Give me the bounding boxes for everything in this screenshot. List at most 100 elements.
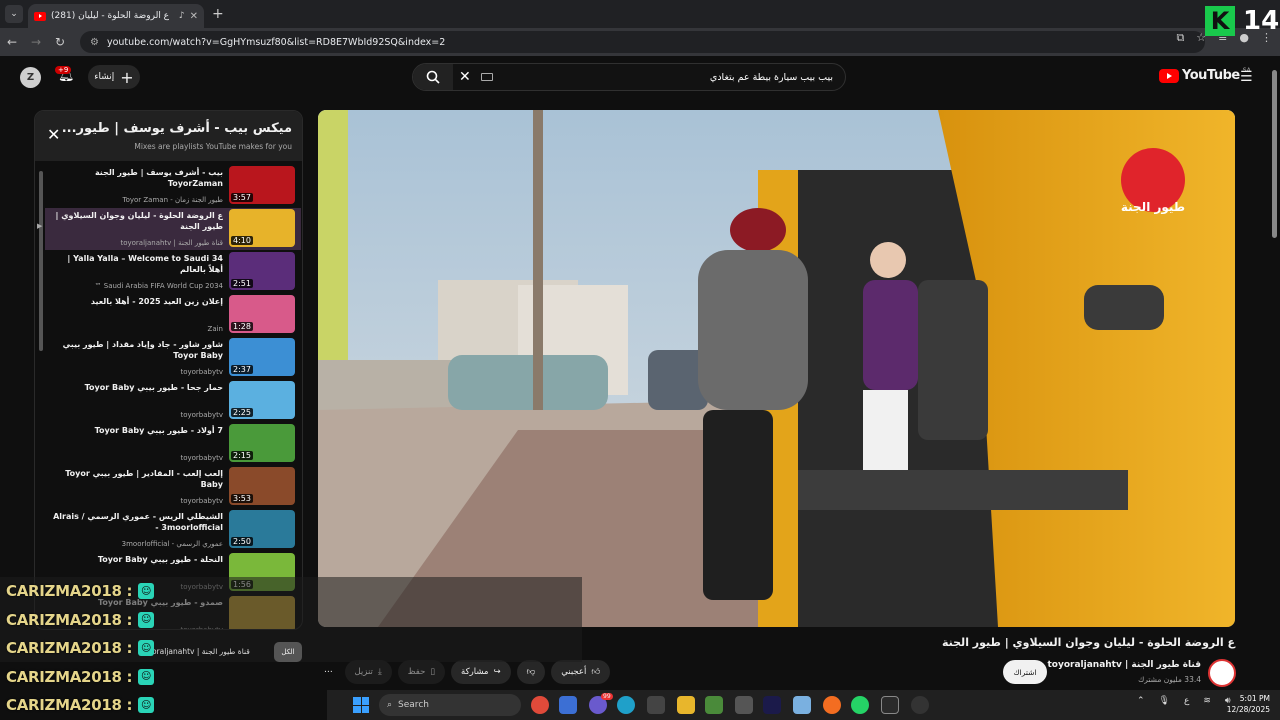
playlist-item-title: شاور شاور - جاد وإياد مقداد | طيور بيبي … [62,340,223,360]
like-button[interactable]: أعجبني 👍︎ [551,660,611,684]
chat-line: CARIZMA2018 : ☺ [6,666,156,688]
window-taskbar-icon[interactable] [793,696,811,714]
app-taskbar-icon[interactable] [559,696,577,714]
playlist-item[interactable]: ▶ 4:10 ع الروضة الحلوة - ليليان وجوان السي… [37,208,301,250]
chat-username: CARIZMA2018 : [6,610,133,629]
create-button[interactable]: إنشاء + [88,65,140,89]
video-duration: 2:50 [231,537,253,546]
chat-username: CARIZMA2018 : [6,639,133,657]
search-button[interactable] [413,64,453,90]
playlist-item[interactable]: 1:28 إعلان زين العيد 2025 - أهلا بالعيد Za… [45,294,301,336]
site-info-icon[interactable]: ⚙ [90,37,99,48]
video-player[interactable]: طيور الجنة [318,110,1235,627]
windows-taskbar: ⌕ Search 99 ⌃ 🎙︎ ع ≋ 🔊︎ 5:01 PM 12/28/20… [327,690,1280,720]
dislike-button[interactable]: 👎︎ [516,660,546,684]
create-label: إنشاء [94,72,115,82]
playlist-item-title: إعلان زين العيد 2025 - أهلا بالعيد [90,297,223,306]
playlist-item[interactable]: 3:53 إلعب إلعب - المقادير | طيور بيبي Toy… [45,466,301,508]
playlist-item-channel: Zain [207,325,223,333]
origin-taskbar-icon[interactable] [823,696,841,714]
page-scrollbar[interactable] [1272,70,1277,238]
premiere-taskbar-icon[interactable] [763,696,781,714]
channel-logo-overlay: K 14 [1203,6,1280,36]
back-button[interactable]: ← [0,35,24,49]
browser-tab-bar: ⌄ (281) ع الروضة الحلوة - ليليان ♪ ✕ + [0,0,1280,28]
tray-overflow-icon[interactable]: ⌃ [1137,696,1145,706]
explorer-taskbar-icon[interactable] [677,696,695,714]
edge-taskbar-icon[interactable] [617,696,635,714]
close-tab-icon[interactable]: ✕ [190,11,198,22]
playlist-title[interactable]: ميكس بيب - أشرف يوسف | طيور... [62,121,292,136]
logo-letter: K [1205,6,1235,36]
youtube-wordmark: YouTube [1182,68,1240,83]
youtube-logo[interactable]: YouTube SA [1159,67,1251,83]
wifi-icon[interactable]: ≋ [1203,696,1211,706]
install-app-icon[interactable]: ⧉ [1176,31,1184,45]
whatsapp-taskbar-icon[interactable] [851,696,869,714]
like-label: أعجبني [561,667,587,677]
new-tab-button[interactable]: + [212,6,224,22]
playlist-item-title: Yalla Yalla – Welcome to Saudi 34 | أهلا… [67,254,223,274]
channel-watermark: طيور الجنة [1120,200,1186,214]
chrome-taskbar-icon[interactable] [531,696,549,714]
playlist-item[interactable]: 2:51 Yalla Yalla – Welcome to Saudi 34 | … [45,251,301,293]
playlist-item-title: بيب - أشرف يوسف | طيور الجنة ToyorZaman [94,168,223,188]
system-tray: ⌃ 🎙︎ ع ≋ 🔊︎ [1137,696,1231,706]
minecraft-taskbar-icon[interactable] [705,696,723,714]
playlist-item[interactable]: 2:50 الشيطلي الريس - عموري الرسمي / Alrai… [45,509,301,551]
playlist-item[interactable]: 2:37 شاور شاور - جاد وإياد مقداد | طيور ب… [45,337,301,379]
forward-button[interactable]: → [24,35,48,49]
clear-search-icon[interactable]: ✕ [459,69,471,85]
like-icon: 👍︎ [591,667,601,677]
filter-chip-all[interactable]: الكل [274,642,302,662]
chat-username: CARIZMA2018 : [6,696,133,714]
download-label: تنزيل [354,667,373,677]
browser-tab[interactable]: (281) ع الروضة الحلوة - ليليان ♪ ✕ [28,4,204,28]
guide-menu-icon[interactable]: ☰ [1240,69,1253,85]
video-duration: 3:57 [231,193,253,202]
more-actions-button[interactable]: ⋯ [318,660,339,684]
video-duration: 2:25 [231,408,253,417]
subscribe-button[interactable]: اشتراك [1003,660,1047,684]
taskbar-clock[interactable]: 5:01 PM 12/28/2025 [1227,693,1270,715]
playlist-item[interactable]: 2:25 حمار جحا - طيور بيبي Toyor Baby toyor… [45,380,301,422]
account-avatar[interactable]: Z [20,67,41,88]
chat-emoji-icon: ☺ [138,697,155,713]
overlay-channel-text: قناة طيور الجنة | toyoraljanahtv [140,647,250,656]
playlist-item-title: النحلة - طيور بيبي Toyor Baby [97,555,223,564]
playlist-thumbnail: 2:15 [229,424,295,462]
davinci-taskbar-icon[interactable] [735,696,753,714]
channel-name[interactable]: قناة طيور الجنة | toyoraljanahtv [1048,660,1202,670]
playlist-item[interactable]: 3:57 بيب - أشرف يوسف | طيور الجنة ToyorZa… [45,165,301,207]
windows-start-icon[interactable] [353,697,369,713]
clock-time: 5:01 PM [1239,694,1270,703]
chat-username: CARIZMA2018 : [6,667,133,686]
close-playlist-icon[interactable]: ✕ [47,125,60,144]
mix-playlist-panel: ✕ ميكس بيب - أشرف يوسف | طيور... Mixes a… [34,110,303,630]
playlist-scrollbar[interactable] [39,171,43,351]
save-button[interactable]: حفظ ▯ [397,660,446,684]
omnibox[interactable]: ⚙ youtube.com/watch?v=GgHYmsuzf80&list=R… [80,31,1205,53]
playlist-item[interactable]: 2:15 7 أولاد - طيور بيبي Toyor Baby toyorb… [45,423,301,465]
microphone-icon[interactable]: 🎙︎ [1159,696,1170,706]
download-button[interactable]: تنزيل ⤓ [344,660,392,684]
excel-taskbar-icon[interactable] [881,696,899,714]
channel-avatar[interactable] [1208,659,1236,687]
language-indicator[interactable]: ع [1184,696,1189,706]
playlist-item-channel: toyorbabytv [180,497,223,505]
taskbar-search[interactable]: ⌕ Search [379,694,521,716]
playlist-item-channel: طيور الجنة زمان - Toyor Zaman [122,196,223,204]
store-taskbar-icon[interactable] [647,696,665,714]
keyboard-icon[interactable] [480,73,493,81]
address-bar-row: ← → ↻ ⚙ youtube.com/watch?v=GgHYmsuzf80&… [0,28,1280,56]
tab-search-button[interactable]: ⌄ [5,5,23,23]
video-duration: 2:51 [231,279,253,288]
reload-button[interactable]: ↻ [48,35,72,49]
speaker-icon[interactable]: ♪ [179,11,185,21]
game-taskbar-icon[interactable] [911,696,929,714]
share-button[interactable]: مشاركة ↪ [451,660,511,684]
search-input[interactable]: بيب بيب سيارة بيطة عم بتغادي [493,72,845,83]
playlist-thumbnail: 4:10 [229,209,295,247]
chat-emoji-icon: ☺ [138,611,155,628]
playlist-item-title: 7 أولاد - طيور بيبي Toyor Baby [94,426,223,435]
